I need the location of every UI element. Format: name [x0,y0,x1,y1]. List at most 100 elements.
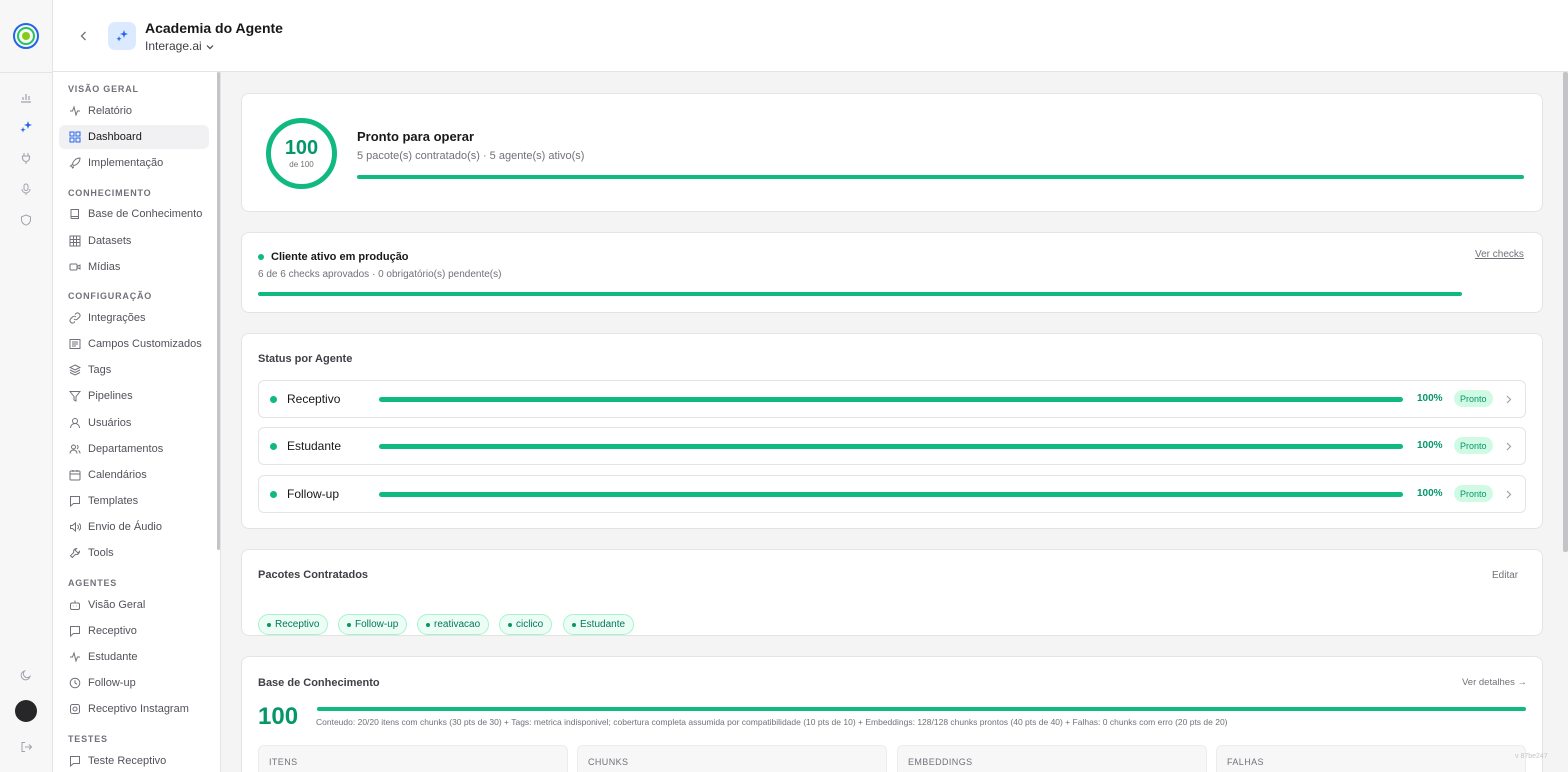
agent-status-card: Status por Agente Receptivo 100% Pronto … [241,333,1543,529]
production-card: Cliente ativo em produção 6 de 6 checks … [241,232,1543,313]
sidebar-item-label: Follow-up [88,677,136,689]
kb-progress-bar [317,707,1526,711]
app-logo[interactable] [13,23,39,49]
agent-progress-bar [379,492,1403,497]
status-dot [258,254,264,260]
shield-icon[interactable] [17,211,35,229]
agent-row[interactable]: Receptivo 100% Pronto [258,380,1526,418]
agent-percent: 100% [1417,440,1443,451]
sidebar-item-midias[interactable]: Mídias [59,255,209,279]
sidebar-item-label: Receptivo [88,625,137,637]
sidebar-item-datasets[interactable]: Datasets [59,229,209,253]
sidebar-item-label: Integrações [88,312,146,324]
package-tag: ciclico [499,614,553,635]
main-scrollbar[interactable] [1563,72,1568,552]
sidebar-item-label: Tags [88,364,112,376]
microphone-icon[interactable] [17,180,35,198]
readiness-subtitle: 5 pacote(s) contratado(s) · 5 agente(s) … [357,150,585,162]
sidebar-item-visao-geral-agentes[interactable]: Visão Geral [59,593,209,617]
ver-checks-link[interactable]: Ver checks [1475,249,1524,260]
nav-sidebar: VISÃO GERAL Relatório Dashboard Implemen… [53,72,221,772]
score-ring: 100 de 100 [266,118,337,189]
package-label: Receptivo [275,619,320,630]
agent-row[interactable]: Follow-up 100% Pronto [258,475,1526,513]
book-icon [68,208,81,221]
sidebar-item-usuarios[interactable]: Usuários [59,411,209,435]
status-dot [270,443,277,450]
sidebar-item-pipelines[interactable]: Pipelines [59,384,209,408]
user-icon [68,417,81,430]
sidebar-item-campos[interactable]: Campos Customizados [59,332,209,356]
logout-icon[interactable] [17,738,35,756]
sidebar-item-templates[interactable]: Templates [59,489,209,513]
sidebar-scrollbar[interactable] [217,72,220,550]
workspace-selector[interactable]: Interage.ai [145,39,214,53]
chart-icon[interactable] [17,88,35,106]
moon-icon[interactable] [17,666,35,684]
kb-stat-label: FALHAS [1227,757,1264,767]
agent-name: Receptivo [287,392,341,406]
activity-icon [68,651,81,664]
kb-description: Conteudo: 20/20 itens com chunks (30 pts… [316,717,1228,727]
sidebar-item-label: Pipelines [88,390,133,402]
sidebar-item-label: Estudante [88,651,138,663]
production-status: Cliente ativo em produção [258,251,409,263]
sidebar-item-calendarios[interactable]: Calendários [59,463,209,487]
speaker-icon [68,521,81,534]
calendar-icon [68,469,81,482]
sidebar-item-receptivo[interactable]: Receptivo [59,619,209,643]
message-icon [68,755,81,768]
readiness-card: 100 de 100 Pronto para operar 5 pacote(s… [241,93,1543,212]
message-icon [68,625,81,638]
package-tag: reativacao [417,614,490,635]
agent-row[interactable]: Estudante 100% Pronto [258,427,1526,465]
users-icon [68,443,81,456]
bot-icon [68,599,81,612]
sidebar-item-followup[interactable]: Follow-up [59,671,209,695]
sidebar-item-envio-audio[interactable]: Envio de Áudio [59,515,209,539]
plug-icon[interactable] [17,149,35,167]
status-dot [270,396,277,403]
sidebar-item-estudante[interactable]: Estudante [59,645,209,669]
sparkles-icon[interactable] [17,118,35,136]
sidebar-item-teste-receptivo[interactable]: Teste Receptivo [59,749,209,772]
chevron-right-icon[interactable] [1504,439,1514,453]
sidebar-item-label: Visão Geral [88,599,146,611]
version-label: v 87be247 [1515,753,1548,760]
sidebar-item-tools[interactable]: Tools [59,541,209,565]
sidebar-item-receptivo-instagram[interactable]: Receptivo Instagram [59,697,209,721]
sidebar-item-label: Departamentos [88,443,164,455]
readiness-title: Pronto para operar [357,129,475,144]
sidebar-item-integracoes[interactable]: Integrações [59,306,209,330]
back-button[interactable] [76,27,90,45]
workspace-sparkles-icon [108,22,136,50]
sidebar-item-label: Campos Customizados [88,338,202,350]
icon-rail [0,0,53,772]
package-tag: Estudante [563,614,635,635]
sidebar-item-dashboard[interactable]: Dashboard [59,125,209,149]
package-tag: Receptivo [258,614,329,635]
sidebar-item-label: Base de Conhecimento [88,208,203,220]
agent-name: Follow-up [287,487,340,501]
sidebar-item-implementacao[interactable]: Implementação [59,151,209,175]
sidebar-item-base-conhecimento[interactable]: Base de Conhecimento [59,202,209,226]
sidebar-item-tags[interactable]: Tags [59,358,209,382]
production-title: Cliente ativo em produção [271,251,409,263]
kb-stat-chunks: CHUNKS [577,745,887,772]
main-content: 100 de 100 Pronto para operar 5 pacote(s… [221,72,1568,772]
agent-name: Estudante [287,439,342,453]
chevron-right-icon[interactable] [1504,392,1514,406]
sidebar-item-departamentos[interactable]: Departamentos [59,437,209,461]
ver-detalhes-link[interactable]: Ver detalhes → [1462,677,1527,688]
edit-packages-button[interactable]: Editar [1492,570,1518,581]
readiness-progress-bar [357,175,1524,179]
form-icon [68,338,81,351]
agent-progress-bar [379,444,1403,449]
avatar[interactable] [15,700,37,722]
sidebar-item-relatorio[interactable]: Relatório [59,99,209,123]
status-badge: Pronto [1454,485,1493,502]
kb-stat-falhas: FALHAS [1216,745,1526,772]
chevron-right-icon[interactable] [1504,487,1514,501]
kb-stat-itens: ITENS [258,745,568,772]
agent-status-title: Status por Agente [258,353,353,365]
